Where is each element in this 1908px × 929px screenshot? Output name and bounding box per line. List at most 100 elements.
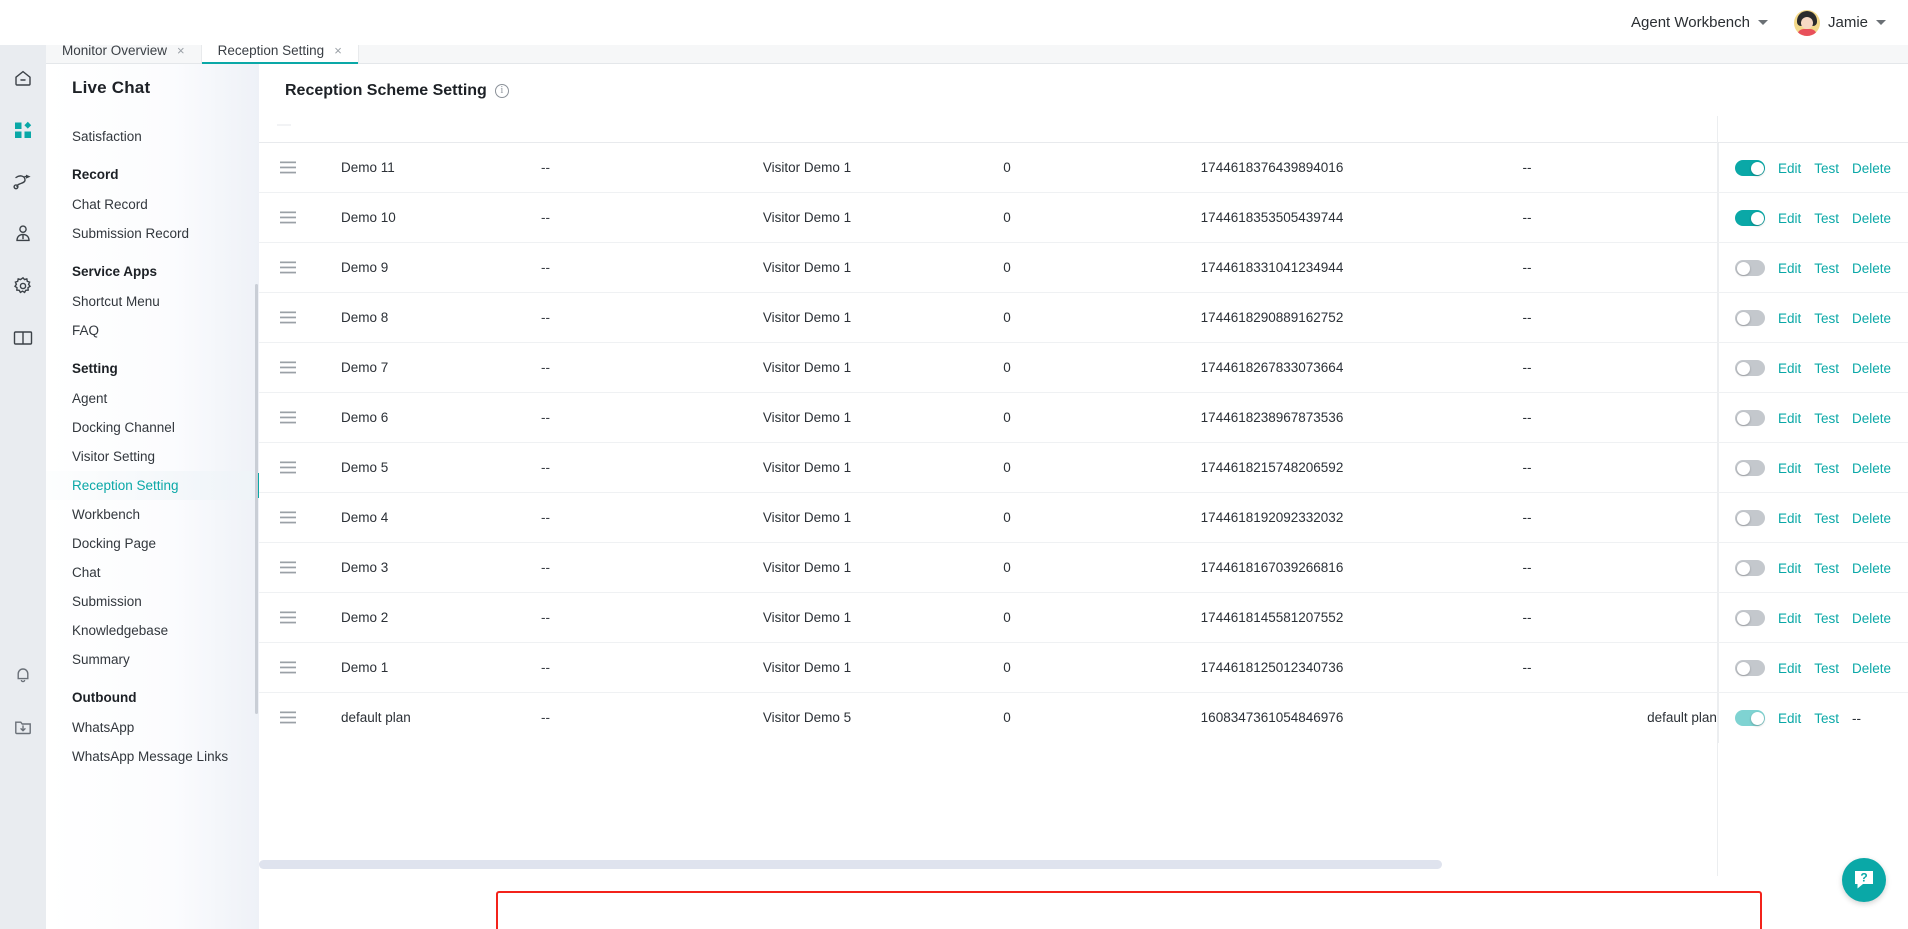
table-row[interactable]: Demo 9 -- Visitor Demo 1 0 17446183310412349…: [259, 242, 1908, 293]
horizontal-scroll-track[interactable]: [259, 860, 1908, 899]
enable-toggle[interactable]: [1735, 660, 1765, 676]
table-row[interactable]: Demo 3 -- Visitor Demo 1 0 17446181670392668…: [259, 542, 1908, 593]
edit-link[interactable]: Edit: [1778, 511, 1801, 526]
test-link[interactable]: Test: [1814, 261, 1839, 276]
edit-link[interactable]: Edit: [1778, 461, 1801, 476]
bell-icon[interactable]: [0, 655, 46, 695]
enable-toggle[interactable]: [1735, 210, 1765, 226]
enable-toggle[interactable]: [1735, 260, 1765, 276]
drag-handle-icon[interactable]: [259, 661, 317, 674]
drag-handle-icon[interactable]: [259, 161, 317, 174]
visitor-icon[interactable]: [0, 214, 46, 254]
table-row[interactable]: Demo 8 -- Visitor Demo 1 0 17446182908891627…: [259, 292, 1908, 343]
delete-link[interactable]: Delete: [1852, 561, 1891, 576]
sidebar-item-workbench[interactable]: Workbench: [46, 500, 259, 529]
edit-link[interactable]: Edit: [1778, 311, 1801, 326]
edit-link[interactable]: Edit: [1778, 211, 1801, 226]
test-link[interactable]: Test: [1814, 361, 1839, 376]
sidebar-item-knowledgebase[interactable]: Knowledgebase: [46, 616, 259, 645]
sidebar-item-docking-channel[interactable]: Docking Channel: [46, 413, 259, 442]
sidebar-item-whatsapp-message-links[interactable]: WhatsApp Message Links: [46, 742, 259, 771]
sidebar-item-chat-record[interactable]: Chat Record: [46, 190, 259, 219]
test-link[interactable]: Test: [1814, 661, 1839, 676]
table-row[interactable]: Demo 5 -- Visitor Demo 1 0 17446182157482065…: [259, 442, 1908, 493]
user-menu[interactable]: Jamie: [1793, 9, 1886, 36]
info-icon[interactable]: i: [494, 84, 509, 98]
delete-link[interactable]: Delete: [1852, 361, 1891, 376]
test-link[interactable]: Test: [1814, 411, 1839, 426]
edit-link[interactable]: Edit: [1778, 361, 1801, 376]
download-folder-icon[interactable]: [0, 707, 46, 747]
delete-link[interactable]: Delete: [1852, 411, 1891, 426]
knowledgebase-book-icon[interactable]: [0, 318, 46, 358]
edit-link[interactable]: Edit: [1778, 261, 1801, 276]
edit-link[interactable]: Edit: [1778, 411, 1801, 426]
drag-handle-icon[interactable]: [259, 311, 317, 324]
sidebar-item-whatsapp[interactable]: WhatsApp: [46, 713, 259, 742]
sidebar-scroll-area[interactable]: Satisfaction Record Chat Record Submission …: [46, 110, 259, 929]
table-row[interactable]: Demo 4 -- Visitor Demo 1 0 17446181920923320…: [259, 492, 1908, 543]
sidebar-item-chat[interactable]: Chat: [46, 558, 259, 587]
enable-toggle[interactable]: [1735, 510, 1765, 526]
enable-toggle[interactable]: [1735, 310, 1765, 326]
enable-toggle[interactable]: [1735, 460, 1765, 476]
enable-toggle[interactable]: [1735, 360, 1765, 376]
table-row[interactable]: Demo 7 -- Visitor Demo 1 0 17446182678330736…: [259, 342, 1908, 393]
agent-workbench-menu[interactable]: Agent Workbench: [1631, 14, 1768, 31]
enable-toggle[interactable]: [1735, 610, 1765, 626]
drag-handle-icon[interactable]: [259, 511, 317, 524]
delete-link[interactable]: Delete: [1852, 511, 1891, 526]
drag-handle-icon[interactable]: [259, 261, 317, 274]
table-row[interactable]: Demo 11 -- Visitor Demo 1 0 1744618376439894…: [259, 142, 1908, 193]
test-link[interactable]: Test: [1814, 511, 1839, 526]
workflow-icon[interactable]: [0, 162, 46, 202]
help-button[interactable]: ?: [1842, 858, 1886, 902]
test-link[interactable]: Test: [1814, 711, 1839, 726]
horizontal-scrollbar[interactable]: [259, 860, 1442, 869]
drag-handle-icon[interactable]: [259, 611, 317, 624]
table-row[interactable]: Demo 2 -- Visitor Demo 1 0 17446181455812075…: [259, 592, 1908, 643]
sidebar-item-reception-setting[interactable]: Reception Setting: [46, 471, 259, 500]
delete-link[interactable]: Delete: [1852, 261, 1891, 276]
edit-link[interactable]: Edit: [1778, 161, 1801, 176]
delete-link[interactable]: Delete: [1852, 211, 1891, 226]
edit-link[interactable]: Edit: [1778, 561, 1801, 576]
edit-link[interactable]: Edit: [1778, 661, 1801, 676]
delete-link[interactable]: Delete: [1852, 311, 1891, 326]
close-icon[interactable]: ×: [177, 44, 185, 57]
drag-handle-icon[interactable]: [259, 561, 317, 574]
drag-handle-icon[interactable]: [259, 211, 317, 224]
close-icon[interactable]: ×: [334, 44, 342, 57]
sidebar-item-faq[interactable]: FAQ: [46, 316, 259, 345]
edit-link[interactable]: Edit: [1778, 711, 1801, 726]
sidebar-item-agent[interactable]: Agent: [46, 384, 259, 413]
test-link[interactable]: Test: [1814, 611, 1839, 626]
sidebar-item-visitor-setting[interactable]: Visitor Setting: [46, 442, 259, 471]
test-link[interactable]: Test: [1814, 561, 1839, 576]
drag-handle-icon[interactable]: [259, 361, 317, 374]
delete-link[interactable]: Delete: [1852, 161, 1891, 176]
drag-handle-icon[interactable]: [259, 711, 317, 724]
sidebar-item-satisfaction[interactable]: Satisfaction: [46, 122, 259, 151]
home-icon[interactable]: [0, 58, 46, 98]
edit-link[interactable]: Edit: [1778, 611, 1801, 626]
sidebar-item-summary[interactable]: Summary: [46, 645, 259, 674]
sidebar-item-shortcut-menu[interactable]: Shortcut Menu: [46, 287, 259, 316]
table-row[interactable]: Demo 10 -- Visitor Demo 1 0 1744618353505439…: [259, 192, 1908, 243]
sidebar-item-docking-page[interactable]: Docking Page: [46, 529, 259, 558]
table-row[interactable]: Demo 1 -- Visitor Demo 1 0 17446181250123407…: [259, 642, 1908, 693]
sidebar-scrollbar[interactable]: [255, 284, 258, 714]
apps-grid-icon[interactable]: [0, 110, 46, 150]
delete-link[interactable]: Delete: [1852, 661, 1891, 676]
drag-handle-icon[interactable]: [259, 461, 317, 474]
gear-icon[interactable]: [0, 266, 46, 306]
table-row[interactable]: default plan -- Visitor Demo 5 0 16083473610…: [259, 692, 1908, 743]
enable-toggle[interactable]: [1735, 560, 1765, 576]
sidebar-item-submission-record[interactable]: Submission Record: [46, 219, 259, 248]
delete-link[interactable]: Delete: [1852, 611, 1891, 626]
enable-toggle[interactable]: [1735, 160, 1765, 176]
enable-toggle[interactable]: [1735, 410, 1765, 426]
test-link[interactable]: Test: [1814, 461, 1839, 476]
sidebar-item-submission[interactable]: Submission: [46, 587, 259, 616]
test-link[interactable]: Test: [1814, 161, 1839, 176]
